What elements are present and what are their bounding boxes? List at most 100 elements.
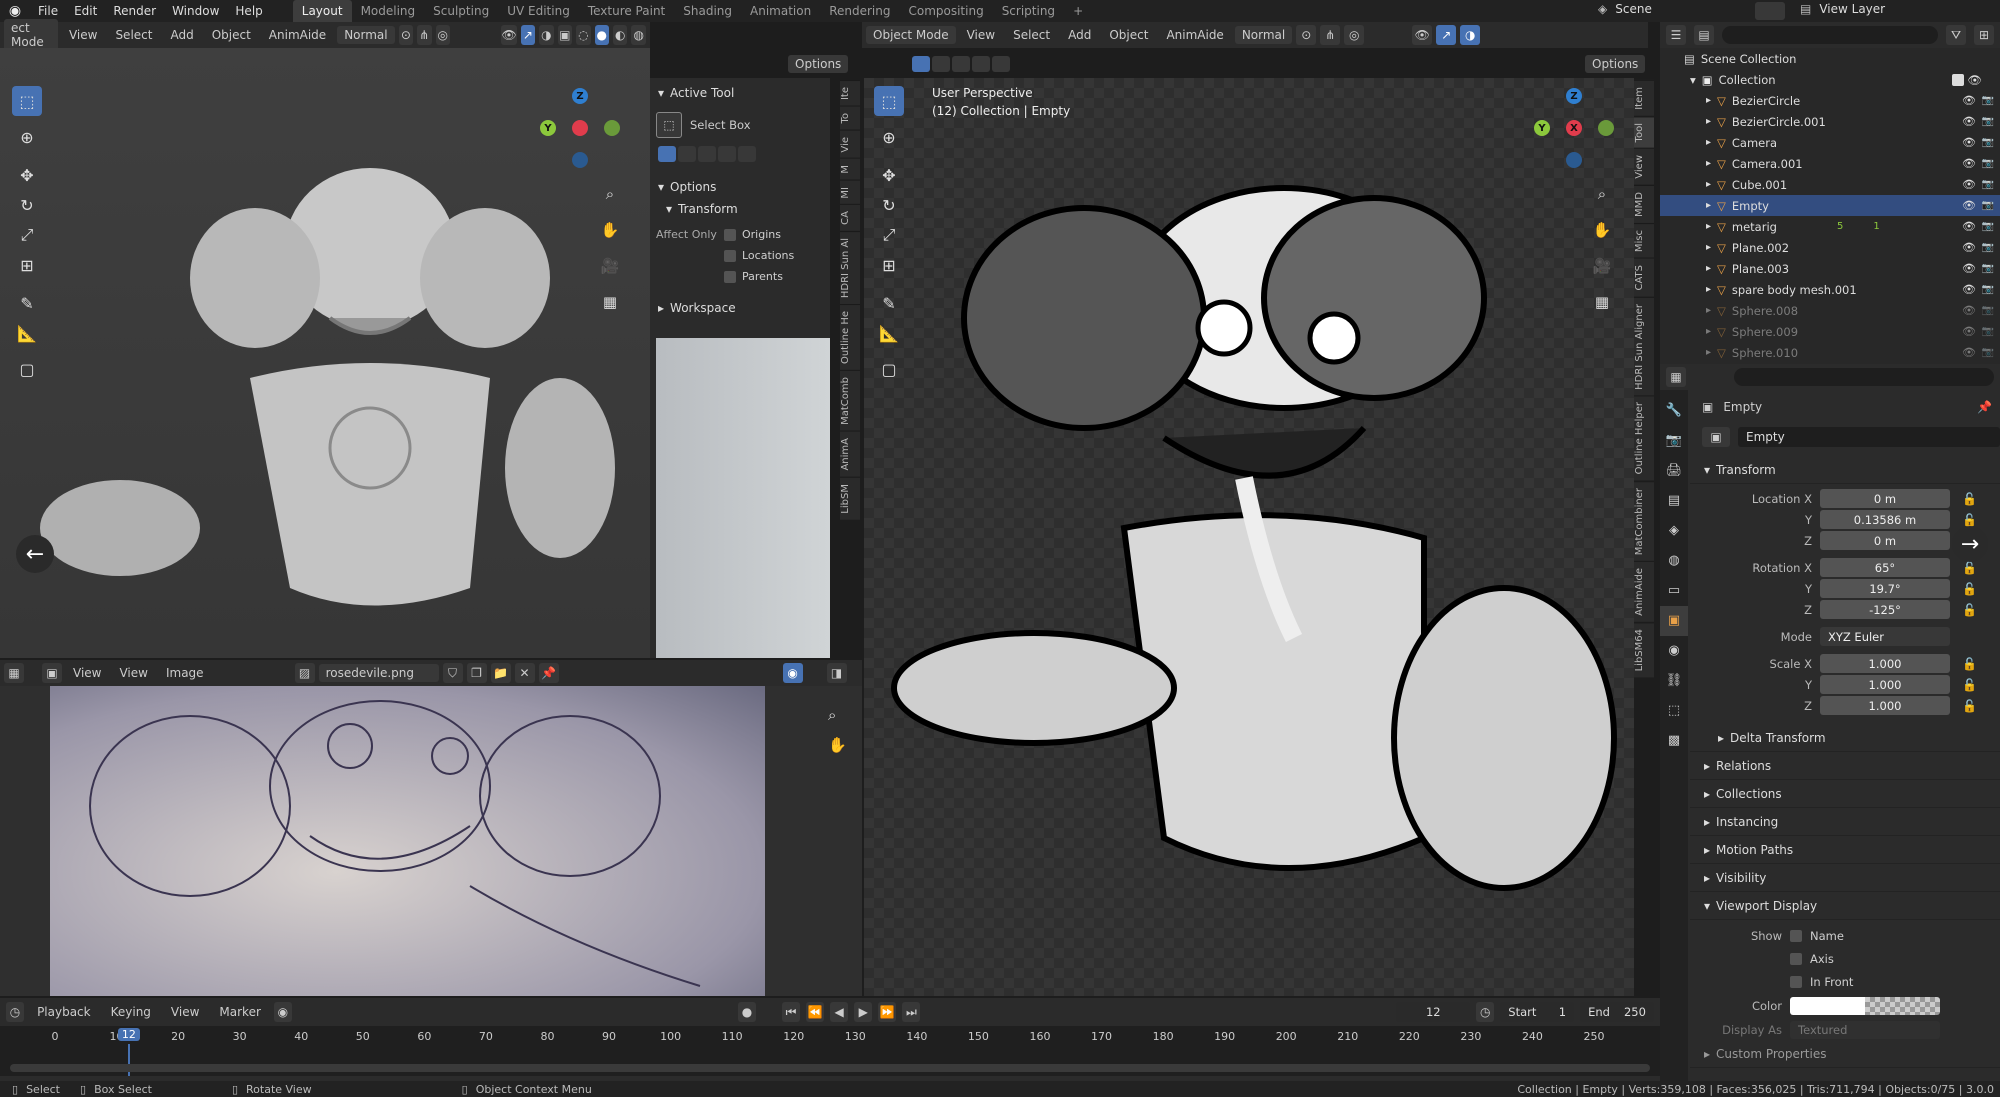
- material-shading-icon[interactable]: ◐: [613, 25, 628, 45]
- add-menu[interactable]: Add: [163, 26, 200, 44]
- render-camera-icon[interactable]: 📷: [1982, 95, 1994, 106]
- keying-menu[interactable]: Keying: [104, 1003, 158, 1021]
- play-icon[interactable]: ▶: [854, 1002, 873, 1022]
- collections-section[interactable]: ▸ Collections: [1690, 780, 2000, 808]
- current-frame-field[interactable]: 12: [1396, 1002, 1471, 1022]
- eye-icon[interactable]: 👁: [1962, 157, 1976, 170]
- zoom-icon[interactable]: ⌕: [598, 176, 622, 212]
- object-menu[interactable]: Object: [205, 26, 258, 44]
- right-gizmo-toggle-icon[interactable]: ↗: [1436, 25, 1457, 45]
- workspace-tab-rendering[interactable]: Rendering: [820, 0, 899, 22]
- right-animaide-menu[interactable]: AnimAide: [1159, 26, 1230, 44]
- image-view-dropdown[interactable]: View: [66, 664, 108, 682]
- gizmo-y-axis-icon[interactable]: Y: [540, 120, 556, 136]
- image-browse-icon[interactable]: ▨: [294, 663, 315, 683]
- object-mode-dropdown[interactable]: Object Mode: [866, 26, 956, 44]
- select-box-tool-icon[interactable]: ⬚: [12, 86, 42, 116]
- move-tool-icon[interactable]: ✥: [12, 160, 42, 190]
- rtab-mmd[interactable]: MMD: [1634, 184, 1654, 223]
- right-navigation-gizmo[interactable]: Z Y X: [1534, 88, 1614, 168]
- workspace-tab-texture-paint[interactable]: Texture Paint: [579, 0, 674, 22]
- outliner-item[interactable]: ▸ ▽ Sphere.009 👁 📷: [1660, 321, 2000, 342]
- visibility-section[interactable]: ▸ Visibility: [1690, 864, 2000, 892]
- lock-icon[interactable]: 🔓: [1962, 582, 1977, 596]
- scene-browse-button[interactable]: [1755, 2, 1785, 20]
- chevron-right-icon[interactable]: ▸: [1706, 200, 1711, 211]
- back-arrow-icon[interactable]: ←: [16, 535, 54, 573]
- rtab-hdri[interactable]: HDRI Sun Aligner: [1634, 296, 1654, 396]
- gizmo-x-axis-icon[interactable]: [572, 120, 588, 136]
- chevron-right-icon[interactable]: ▸: [1706, 347, 1711, 358]
- menu-render[interactable]: Render: [105, 0, 164, 22]
- workspace-tab-modeling[interactable]: Modeling: [352, 0, 425, 22]
- right-zoom-icon[interactable]: ⌕: [1590, 176, 1614, 212]
- scale-tool-icon[interactable]: ⤢: [12, 220, 42, 250]
- transform-section[interactable]: ▾ Transform: [1690, 456, 2000, 484]
- eye-icon[interactable]: 👁: [1962, 346, 1976, 359]
- rtab-matcombiner[interactable]: MatCombiner: [1634, 480, 1654, 562]
- outliner-item[interactable]: ▸ ▽ Empty 👁 📷: [1660, 195, 2000, 216]
- data-tab-icon[interactable]: ⬚: [1660, 696, 1688, 726]
- jump-end-icon[interactable]: ⏭: [902, 1002, 921, 1022]
- jump-keyframe-forward-icon[interactable]: ⏩: [878, 1002, 897, 1022]
- show-name-checkbox[interactable]: [1790, 929, 1802, 942]
- render-camera-icon[interactable]: 📷: [1982, 221, 1994, 232]
- location-z-field[interactable]: 0 m: [1820, 531, 1950, 550]
- end-frame-field[interactable]: End 250: [1580, 1002, 1654, 1022]
- npanel-select-subtract-icon[interactable]: [698, 146, 716, 162]
- lock-icon[interactable]: 🔓: [1962, 561, 1977, 575]
- right-camera-view-icon[interactable]: 🎥: [1590, 248, 1614, 284]
- rendered-shading-icon[interactable]: ◍: [631, 25, 646, 45]
- lock-icon[interactable]: 🔓: [1962, 513, 1977, 527]
- image-view-menu[interactable]: View: [112, 664, 154, 682]
- outliner-item[interactable]: ▸ ▽ Plane.003 👁 📷: [1660, 258, 2000, 279]
- tab-m[interactable]: M: [840, 158, 860, 180]
- right-transform-tool-icon[interactable]: ⊞: [874, 250, 904, 280]
- orientation-dropdown[interactable]: Normal: [337, 26, 395, 44]
- chevron-right-icon[interactable]: ▸: [1706, 116, 1711, 127]
- add-workspace-button[interactable]: +: [1064, 0, 1092, 22]
- timeline-view-menu[interactable]: View: [164, 1003, 206, 1021]
- view-layer-tab-icon[interactable]: ▤: [1660, 486, 1688, 516]
- outliner-item[interactable]: ▸ ▽ Sphere.010 👁 📷: [1660, 342, 2000, 363]
- rtab-animaide[interactable]: AnimAide: [1634, 561, 1654, 622]
- parents-checkbox[interactable]: [724, 270, 736, 283]
- eye-icon[interactable]: 👁: [1962, 136, 1976, 149]
- chevron-right-icon[interactable]: ▸: [1706, 305, 1711, 316]
- overlay-icon[interactable]: ◑: [539, 25, 554, 45]
- ortho-grid-icon[interactable]: ▦: [598, 284, 622, 320]
- render-camera-icon[interactable]: 📷: [1982, 347, 1994, 358]
- eye-icon[interactable]: 👁: [1962, 262, 1976, 275]
- gizmo-z-axis-icon[interactable]: Z: [572, 88, 588, 104]
- outliner-item[interactable]: ▸ ▽ Sphere.008 👁 📷: [1660, 300, 2000, 321]
- jump-start-icon[interactable]: ⏮: [782, 1002, 801, 1022]
- scale-y-field[interactable]: 1.000: [1820, 675, 1950, 694]
- fake-user-icon[interactable]: ⛉: [442, 663, 463, 683]
- location-y-field[interactable]: 0.13586 m: [1820, 510, 1950, 529]
- right-options-dropdown[interactable]: Options: [1585, 55, 1646, 73]
- duplicate-image-icon[interactable]: ❐: [466, 663, 487, 683]
- pan-hand-icon[interactable]: ✋: [598, 212, 622, 248]
- viewport-display-section[interactable]: ▾ Viewport Display: [1690, 892, 2000, 920]
- outliner-item[interactable]: ▸ ▽ Camera 👁 📷: [1660, 132, 2000, 153]
- right-select-box-tool-icon[interactable]: ⬚: [874, 86, 904, 116]
- right-cursor-tool-icon[interactable]: ⊕: [874, 122, 904, 152]
- right-add-cube-tool-icon[interactable]: ▢: [874, 354, 904, 384]
- eye-icon[interactable]: 👁: [1962, 304, 1976, 317]
- annotate-tool-icon[interactable]: ✎: [12, 288, 42, 318]
- npanel-select-extend-icon[interactable]: [678, 146, 696, 162]
- npanel-select-intersect-icon[interactable]: [738, 146, 756, 162]
- texture-tab-icon[interactable]: ▩: [1660, 726, 1688, 756]
- tab-tool[interactable]: To: [840, 106, 860, 130]
- add-cube-tool-icon[interactable]: ▢: [12, 354, 42, 384]
- right-3d-viewport[interactable]: User Perspective (12) Collection | Empty: [864, 78, 1634, 996]
- right-rotate-tool-icon[interactable]: ↻: [874, 190, 904, 220]
- right-move-tool-icon[interactable]: ✥: [874, 160, 904, 190]
- jump-keyframe-back-icon[interactable]: ⏪: [806, 1002, 825, 1022]
- right-select-invert-icon[interactable]: [972, 56, 990, 72]
- active-tool-section[interactable]: ▾ Active Tool: [650, 82, 830, 104]
- menu-help[interactable]: Help: [227, 0, 270, 22]
- record-icon[interactable]: ●: [737, 1002, 757, 1022]
- relations-section[interactable]: ▸ Relations: [1690, 752, 2000, 780]
- right-snap-icon[interactable]: ⋔: [1320, 25, 1341, 45]
